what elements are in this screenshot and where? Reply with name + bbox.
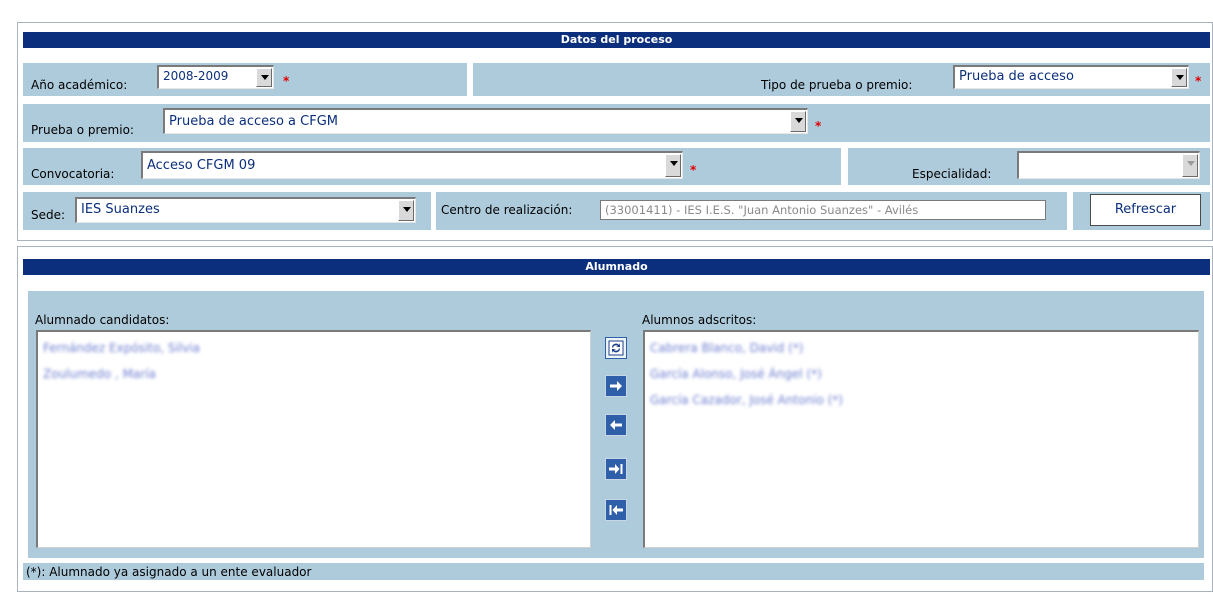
list-item[interactable]: García Cazador, José Antonio (*): [650, 393, 843, 407]
refresh-button[interactable]: [605, 337, 627, 359]
list-item[interactable]: Cabrera Blanco, David (*): [650, 341, 803, 355]
arrow-right-icon: [610, 381, 622, 391]
candidatos-label: Alumnado candidatos:: [35, 313, 170, 327]
sede-label: Sede:: [31, 208, 66, 222]
list-item[interactable]: García Alonso, José Ángel (*): [650, 367, 822, 381]
required-mark: *: [690, 163, 697, 177]
datos-proceso-header: Datos del proceso: [23, 32, 1210, 48]
centro-field[interactable]: (33001411) - IES I.E.S. "Juan Antonio Su…: [600, 200, 1046, 220]
candidatos-list[interactable]: Fernández Expósito, Silvia Zoulumedo , M…: [36, 330, 591, 548]
list-item[interactable]: Fernández Expósito, Silvia: [43, 341, 200, 355]
especialidad-select[interactable]: [1017, 151, 1200, 179]
footnote-text: (*): Alumnado ya asignado a un ente eval…: [26, 565, 312, 579]
chevron-down-icon[interactable]: [256, 68, 272, 87]
convocatoria-label: Convocatoria:: [31, 167, 115, 181]
adscritos-label: Alumnos adscritos:: [642, 313, 757, 327]
sede-select[interactable]: IES Suanzes: [75, 197, 416, 223]
prueba-value: Prueba de acceso a CFGM: [169, 114, 338, 129]
move-all-right-button[interactable]: [605, 458, 627, 480]
convocatoria-value: Acceso CFGM 09: [147, 158, 256, 173]
required-mark: *: [1195, 74, 1202, 88]
anio-value: 2008-2009: [163, 69, 229, 83]
refresh-icon: [608, 340, 624, 356]
anio-select[interactable]: 2008-2009: [157, 65, 274, 89]
chevron-down-icon[interactable]: [790, 111, 806, 132]
chevron-down-icon[interactable]: [665, 154, 681, 177]
tipo-select[interactable]: Prueba de acceso: [953, 65, 1189, 89]
centro-label: Centro de realización:: [441, 203, 573, 217]
chevron-down-icon[interactable]: [1171, 68, 1187, 87]
required-mark: *: [815, 119, 822, 133]
move-right-button[interactable]: [605, 375, 627, 397]
tipo-value: Prueba de acceso: [959, 69, 1074, 84]
arrow-left-bar-icon: [609, 505, 623, 515]
prueba-select[interactable]: Prueba de acceso a CFGM: [163, 108, 808, 134]
move-left-button[interactable]: [605, 414, 627, 436]
refrescar-button[interactable]: Refrescar: [1090, 194, 1201, 226]
sede-value: IES Suanzes: [81, 202, 160, 217]
arrow-left-icon: [610, 420, 622, 430]
alumnado-header: Alumnado: [23, 259, 1210, 275]
especialidad-label: Especialidad:: [912, 167, 992, 181]
required-mark: *: [283, 74, 290, 88]
anio-label: Año académico:: [31, 78, 128, 92]
move-all-left-button[interactable]: [605, 499, 627, 521]
convocatoria-select[interactable]: Acceso CFGM 09: [141, 151, 683, 179]
tipo-label: Tipo de prueba o premio:: [761, 78, 913, 92]
adscritos-list[interactable]: Cabrera Blanco, David (*) García Alonso,…: [643, 330, 1199, 548]
prueba-label: Prueba o premio:: [31, 123, 134, 137]
arrow-right-bar-icon: [609, 464, 623, 474]
chevron-down-icon[interactable]: [398, 200, 414, 221]
list-item[interactable]: Zoulumedo , María: [43, 367, 156, 381]
chevron-down-icon[interactable]: [1182, 154, 1198, 177]
